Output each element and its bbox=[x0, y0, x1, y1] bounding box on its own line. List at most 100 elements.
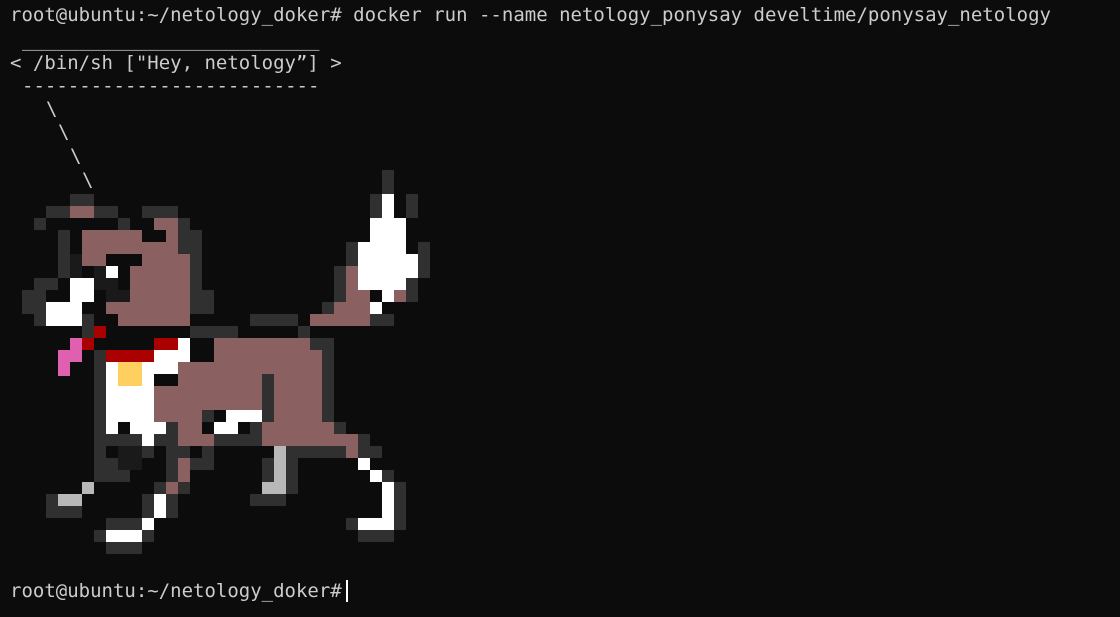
pony-white-pixel bbox=[106, 422, 118, 434]
pony-outline-pixel bbox=[406, 278, 418, 302]
pony-outline-pixel bbox=[190, 326, 214, 338]
pony-outline-pixel bbox=[190, 290, 214, 314]
pony-outline-pixel bbox=[190, 230, 202, 290]
pony-outline-pixel bbox=[334, 422, 346, 434]
pony-outline-pixel bbox=[190, 458, 214, 470]
pony-dark-pixel bbox=[118, 446, 142, 458]
pony-eye-highlight bbox=[106, 266, 118, 278]
pony-body-pixel bbox=[346, 446, 358, 458]
pony-white-pixel bbox=[382, 290, 394, 302]
pony-dark-pixel bbox=[118, 290, 130, 302]
pony-body-pixel bbox=[310, 314, 370, 326]
pony-body-pixel bbox=[154, 218, 178, 230]
pony-outline-pixel bbox=[214, 326, 238, 338]
pony-body-pixel bbox=[82, 242, 178, 254]
pony-outline-pixel bbox=[418, 242, 430, 278]
pony-body-pixel bbox=[298, 434, 334, 446]
pony-body-pixel bbox=[154, 410, 202, 422]
pony-body-pixel bbox=[130, 266, 190, 290]
pony-white-pixel bbox=[142, 434, 154, 446]
pony-white-pixel bbox=[370, 470, 382, 482]
pony-white-pixel bbox=[142, 518, 154, 530]
pony-outline-pixel bbox=[106, 518, 142, 530]
prompt-text: root@ubuntu:~/netology_doker# bbox=[10, 580, 342, 602]
pony-hoof-gray bbox=[262, 482, 286, 494]
pony-body-pixel bbox=[190, 434, 214, 446]
pony-white-pixel bbox=[370, 218, 406, 242]
pony-dark-pixel bbox=[118, 458, 142, 470]
pony-outline-pixel bbox=[94, 530, 106, 542]
pony-body-pixel bbox=[118, 314, 190, 326]
pony-body-pixel bbox=[178, 458, 190, 482]
pony-outline-pixel bbox=[214, 434, 250, 446]
pony-white-pixel bbox=[382, 482, 394, 518]
pony-outline-pixel bbox=[70, 194, 94, 206]
pony-body-pixel bbox=[322, 422, 334, 434]
pony-outline-pixel bbox=[358, 530, 394, 542]
pony-body-pixel bbox=[166, 482, 178, 494]
pony-outline-pixel bbox=[286, 458, 298, 494]
pony-collar bbox=[106, 350, 154, 362]
pony-outline-pixel bbox=[142, 206, 178, 218]
pony-outline-pixel bbox=[118, 218, 130, 230]
pony-body-pixel bbox=[262, 422, 286, 446]
pony-white-pixel bbox=[178, 338, 190, 362]
pony-outline-pixel bbox=[94, 470, 130, 482]
pony-outline-pixel bbox=[166, 494, 178, 518]
pony-white-pixel bbox=[358, 278, 406, 290]
pony-outline-pixel bbox=[34, 218, 46, 230]
pony-body-pixel bbox=[106, 302, 130, 314]
pony-outline-pixel bbox=[322, 350, 334, 422]
pony-white-pixel bbox=[130, 422, 166, 434]
pony-outline-pixel bbox=[250, 422, 262, 446]
pony-dark-pixel bbox=[106, 290, 118, 302]
pony-body-pixel bbox=[70, 206, 94, 218]
pony-body-pixel bbox=[154, 386, 262, 410]
pony-icon bbox=[22, 170, 430, 554]
shell-prompt[interactable]: root@ubuntu:~/netology_doker# bbox=[10, 579, 348, 603]
pony-outline-pixel bbox=[250, 494, 286, 506]
pony-outline-pixel bbox=[346, 518, 358, 530]
pony-white-pixel bbox=[358, 518, 394, 530]
pony-outline-pixel bbox=[370, 314, 394, 326]
pony-white-pixel bbox=[226, 410, 262, 422]
pony-body-pixel bbox=[82, 230, 142, 242]
pony-white-pixel bbox=[358, 458, 370, 470]
pony-white-pixel bbox=[358, 254, 418, 278]
pony-bell bbox=[118, 362, 142, 386]
pony-body-pixel bbox=[82, 254, 106, 266]
terminal-window[interactable]: root@ubuntu:~/netology_doker# docker run… bbox=[0, 0, 1120, 617]
pony-white-pixel bbox=[214, 422, 238, 434]
pony-tongue bbox=[58, 350, 82, 362]
pony-outline-pixel bbox=[166, 422, 178, 482]
pony-outline-pixel bbox=[106, 542, 142, 554]
pony-body-pixel bbox=[334, 302, 370, 314]
pony-outline-pixel bbox=[202, 410, 214, 422]
pony-white-pixel bbox=[154, 494, 166, 518]
pony-outline-pixel bbox=[382, 170, 394, 194]
pony-white-pixel bbox=[370, 302, 382, 314]
pony-outline-pixel bbox=[94, 350, 106, 470]
pony-white-pixel bbox=[70, 278, 94, 302]
pony-outline-pixel bbox=[22, 290, 46, 314]
pony-outline-pixel bbox=[34, 278, 58, 290]
pony-outline-pixel bbox=[58, 230, 70, 254]
pony-outline-pixel bbox=[358, 446, 382, 458]
pony-outline-pixel bbox=[298, 326, 310, 338]
pony-white-pixel bbox=[106, 530, 142, 542]
pony-collar bbox=[82, 338, 94, 350]
pony-white-pixel bbox=[154, 350, 178, 374]
pony-body-pixel bbox=[142, 254, 190, 266]
pony-collar bbox=[94, 326, 106, 338]
pony-body-pixel bbox=[334, 434, 358, 446]
pony-white-pixel bbox=[358, 242, 406, 254]
pony-outline-pixel bbox=[46, 506, 82, 518]
pony-dark-pixel bbox=[70, 254, 82, 278]
pony-hoof-gray bbox=[82, 482, 94, 494]
pony-outline-pixel bbox=[334, 266, 346, 302]
pony-outline-pixel bbox=[250, 314, 298, 326]
pony-outline-pixel bbox=[310, 338, 334, 350]
pony-hoof-gray bbox=[58, 494, 82, 506]
text-cursor bbox=[345, 580, 348, 602]
pony-outline-pixel bbox=[142, 494, 154, 518]
